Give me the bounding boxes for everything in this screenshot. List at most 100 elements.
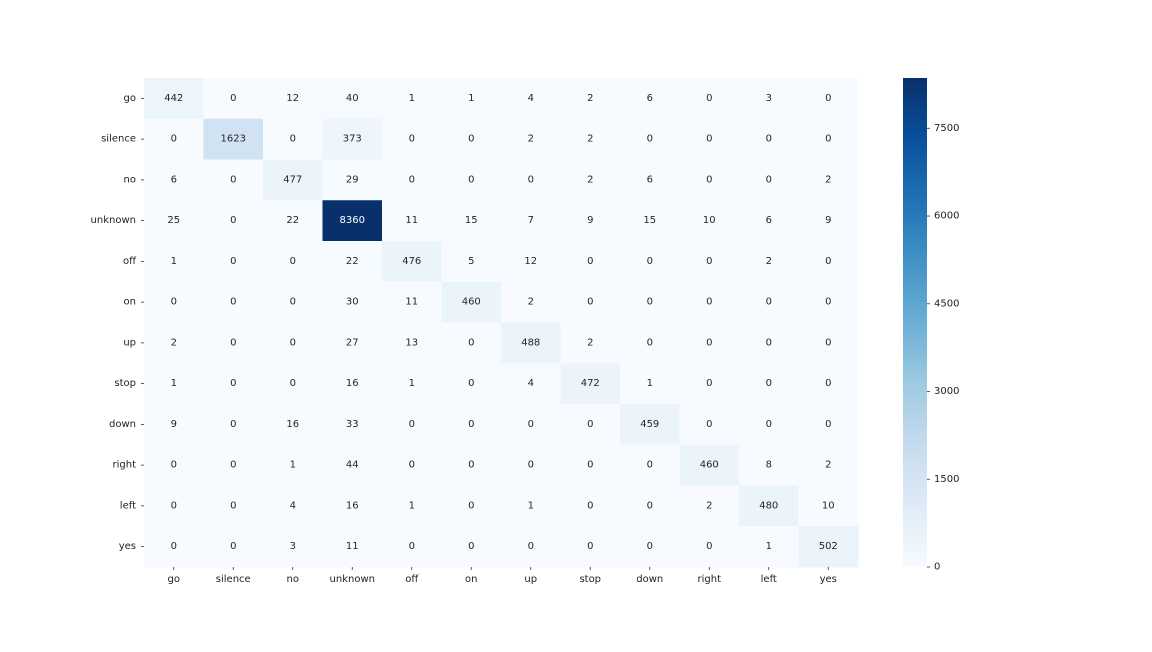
heatmap-cell-label: 0 <box>468 378 474 389</box>
heatmap-cell-label: 0 <box>230 419 236 430</box>
heatmap-cell-label: 0 <box>587 460 593 471</box>
x-tick-label: yes <box>820 574 837 585</box>
heatmap-cell-label: 10 <box>703 215 716 226</box>
x-tick-label: on <box>465 574 477 585</box>
heatmap-cell-label: 0 <box>230 378 236 389</box>
heatmap-cell-label: 11 <box>405 215 418 226</box>
colorbar-tick-label: 1500 <box>934 474 959 485</box>
heatmap-cell-label: 11 <box>405 297 418 308</box>
colorbar-tick-label: 3000 <box>934 386 959 397</box>
heatmap-cell-label: 1 <box>409 378 415 389</box>
heatmap-cell-label: 460 <box>462 297 481 308</box>
heatmap-cell-label: 0 <box>825 256 831 267</box>
heatmap-cell-label: 0 <box>587 541 593 552</box>
x-tick-label: no <box>287 574 299 585</box>
heatmap-cell-label: 0 <box>468 337 474 348</box>
heatmap-cell-label: 0 <box>409 541 415 552</box>
heatmap-cell-label: 0 <box>528 419 534 430</box>
heatmap-cell-label: 442 <box>164 93 183 104</box>
x-tick-label: down <box>636 574 663 585</box>
heatmap-cell-label: 2 <box>171 337 177 348</box>
heatmap-cell-label: 11 <box>346 541 359 552</box>
heatmap-cell-label: 0 <box>587 256 593 267</box>
heatmap-cell-label: 1 <box>766 541 772 552</box>
heatmap-cell-label: 1 <box>647 378 653 389</box>
heatmap-cell-label: 0 <box>647 337 653 348</box>
heatmap-cell-label: 0 <box>230 541 236 552</box>
heatmap-cell-label: 0 <box>766 419 772 430</box>
heatmap-cell-label: 0 <box>290 337 296 348</box>
heatmap-cell-label: 30 <box>346 297 359 308</box>
x-axis: go silence no unknown off on up stop down right le… <box>168 567 837 585</box>
heatmap-cell-label: 0 <box>409 174 415 185</box>
heatmap-cell-label: 4 <box>528 378 534 389</box>
heatmap-cell-label: 0 <box>706 134 712 145</box>
heatmap-cell-label: 0 <box>587 297 593 308</box>
heatmap-cell-label: 15 <box>643 215 656 226</box>
heatmap-cell-label: 1 <box>468 93 474 104</box>
y-tick-label: go <box>124 93 136 104</box>
heatmap-cell-label: 0 <box>171 500 177 511</box>
heatmap-cell-label: 0 <box>706 378 712 389</box>
heatmap-cell-label: 6 <box>766 215 772 226</box>
heatmap-cell-label: 0 <box>409 419 415 430</box>
heatmap-cell-label: 16 <box>346 378 359 389</box>
heatmap-cell-label: 0 <box>766 297 772 308</box>
confusion-matrix-chart: 442 0 12 40 1 1 4 2 6 0 3 0 0 1623 0 373 0 0 2 2 0 0 0 0 6 0 477 29… <box>0 0 1152 648</box>
heatmap-cell-label: 0 <box>290 134 296 145</box>
heatmap-cell-label: 502 <box>819 541 838 552</box>
heatmap-cell-label: 0 <box>230 174 236 185</box>
heatmap-cell-label: 9 <box>825 215 831 226</box>
heatmap-cell-label: 3 <box>766 93 772 104</box>
heatmap-cell-label: 0 <box>766 337 772 348</box>
heatmap-cell-label: 6 <box>647 93 653 104</box>
heatmap-cell-label: 476 <box>402 256 421 267</box>
heatmap-cell-label: 0 <box>230 297 236 308</box>
heatmap-cell-label: 12 <box>286 93 299 104</box>
heatmap-cell-label: 1623 <box>221 134 246 145</box>
heatmap-cell-label: 7 <box>528 215 534 226</box>
y-tick-label: no <box>124 174 136 185</box>
heatmap-cell-label: 10 <box>822 500 835 511</box>
heatmap-cell-label: 22 <box>346 256 359 267</box>
y-tick-label: yes <box>119 541 136 552</box>
heatmap-cell-label: 0 <box>290 297 296 308</box>
x-tick-label: up <box>524 574 537 585</box>
y-tick-label: stop <box>114 378 136 389</box>
heatmap-cell-label: 0 <box>766 378 772 389</box>
x-tick-label: off <box>405 574 419 585</box>
heatmap-cell-label: 0 <box>468 541 474 552</box>
heatmap-cell-label: 460 <box>700 460 719 471</box>
heatmap-cell-label: 2 <box>587 134 593 145</box>
heatmap-cell-label: 2 <box>528 134 534 145</box>
heatmap-cell-label: 0 <box>230 93 236 104</box>
heatmap-cell-label: 0 <box>468 500 474 511</box>
heatmap-cell-label: 0 <box>647 134 653 145</box>
heatmap-cell-label: 22 <box>286 215 299 226</box>
heatmap-cell-label: 27 <box>346 337 359 348</box>
heatmap-cell-label: 0 <box>468 134 474 145</box>
heatmap-cell-label: 2 <box>587 174 593 185</box>
heatmap-cell-label: 2 <box>587 337 593 348</box>
heatmap-cell-label: 0 <box>706 93 712 104</box>
y-tick-label: right <box>113 460 137 471</box>
colorbar-tick-label: 7500 <box>934 123 959 134</box>
heatmap-cell-label: 1 <box>290 460 296 471</box>
heatmap-cell-label: 0 <box>647 297 653 308</box>
heatmap-cell-label: 373 <box>343 134 362 145</box>
heatmap-cell-label: 472 <box>581 378 600 389</box>
y-axis: go silence no unknown off on up stop down right le… <box>91 93 144 552</box>
heatmap-cell-label: 29 <box>346 174 359 185</box>
heatmap-cell-label: 0 <box>647 256 653 267</box>
heatmap-cell-label: 13 <box>405 337 418 348</box>
heatmap-cell-label: 0 <box>825 337 831 348</box>
heatmap-cell-label: 33 <box>346 419 359 430</box>
colorbar: 0 1500 3000 4500 6000 7500 <box>903 78 959 573</box>
heatmap-cell-label: 0 <box>171 541 177 552</box>
x-tick-label: left <box>761 574 777 585</box>
heatmap-cell-label: 0 <box>171 134 177 145</box>
heatmap-cell-label: 2 <box>587 93 593 104</box>
heatmap-cell-label: 0 <box>825 419 831 430</box>
heatmap-cell-label: 0 <box>766 134 772 145</box>
heatmap-cell-label: 0 <box>706 337 712 348</box>
